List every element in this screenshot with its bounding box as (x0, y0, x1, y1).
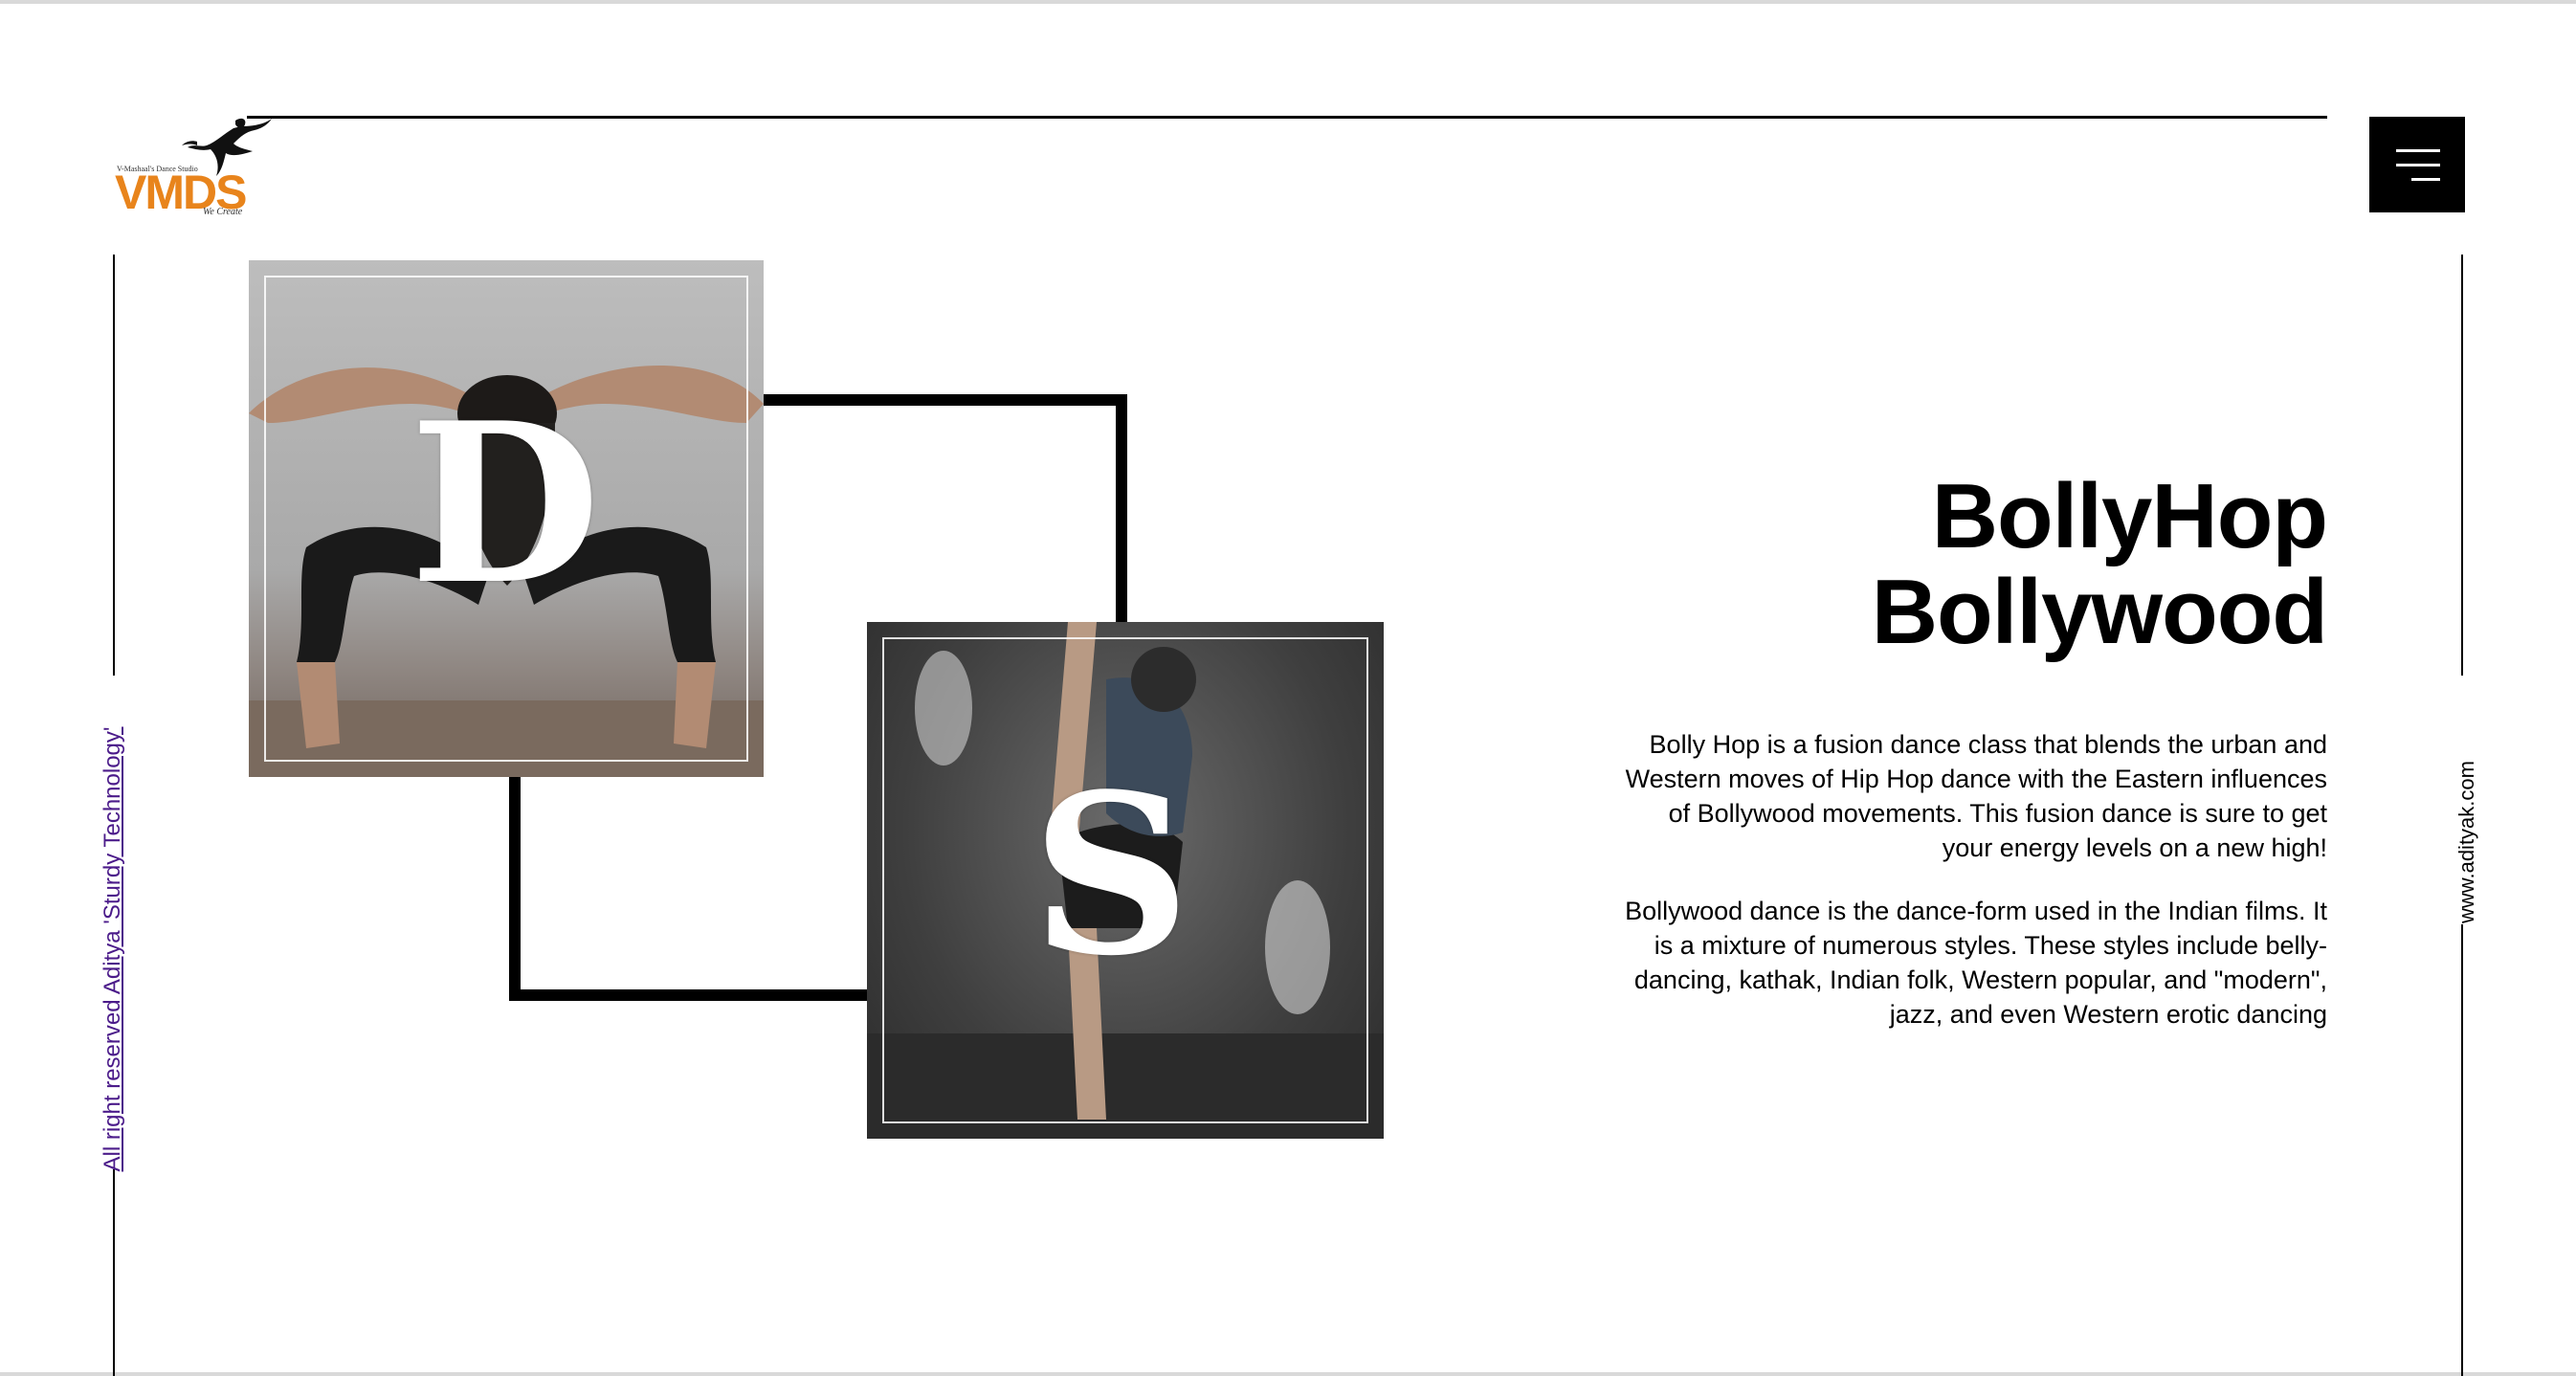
bollywood-description: Bollywood dance is the dance-form used i… (1625, 897, 2327, 1029)
right-border-line-bottom (2461, 924, 2463, 1376)
title-line-1: BollyHop (1931, 465, 2328, 567)
copyright-link[interactable]: All right reserved Aditya 'Sturdy Techno… (100, 727, 126, 1172)
bottom-border (0, 1372, 2576, 1376)
title-line-2: Bollywood (1871, 561, 2328, 663)
menu-button[interactable] (2369, 117, 2465, 212)
dance-photo-2: S (867, 622, 1384, 1139)
page-title: BollyHop Bollywood (1871, 465, 2328, 663)
top-border (0, 0, 2576, 4)
left-border-line-top (113, 255, 115, 676)
header-divider (247, 116, 2327, 119)
dance-photo-1: D (249, 260, 764, 777)
logo-subtext: We Create (203, 207, 243, 217)
website-link[interactable]: www.adityak.com (2454, 761, 2479, 923)
studio-logo[interactable]: V-Mashaal's Dance Studio VMDS We Create (111, 113, 274, 218)
letter-d-overlay: D (410, 375, 601, 633)
right-border-line-top (2461, 255, 2463, 676)
bollyhop-description: Bolly Hop is a fusion dance class that b… (1625, 730, 2327, 862)
letter-s-overlay: S (1032, 746, 1191, 1005)
left-border-line-bottom (113, 1169, 115, 1376)
